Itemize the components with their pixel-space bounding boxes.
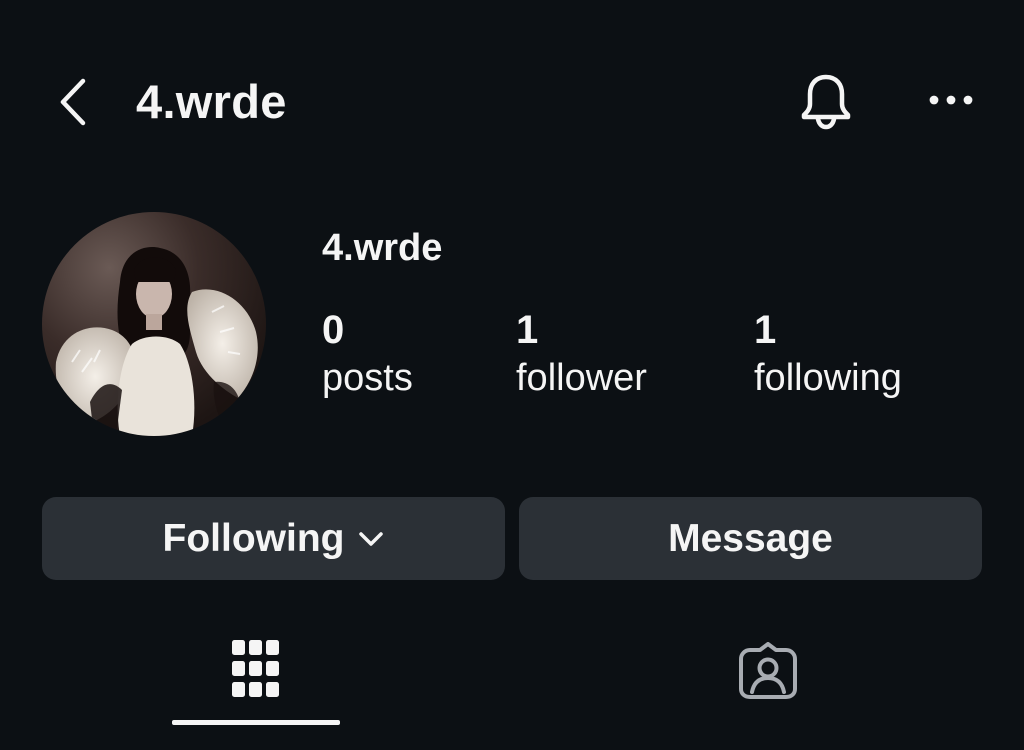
posts-count: 0 posts bbox=[322, 306, 413, 402]
following-value: 1 bbox=[754, 308, 777, 352]
chevron-left-icon bbox=[60, 78, 86, 126]
followers-label: follower bbox=[516, 357, 647, 399]
back-button[interactable] bbox=[48, 72, 98, 132]
avatar[interactable] bbox=[42, 212, 266, 436]
followers-count[interactable]: 1 follower bbox=[516, 306, 647, 402]
bell-icon bbox=[801, 74, 851, 130]
active-tab-indicator bbox=[172, 720, 340, 725]
more-options-button[interactable] bbox=[920, 78, 982, 122]
profile-name: 4.wrde bbox=[322, 227, 443, 269]
following-count[interactable]: 1 following bbox=[754, 306, 902, 402]
chevron-down-icon bbox=[358, 531, 384, 547]
following-button-label: Following bbox=[162, 516, 345, 560]
following-button[interactable]: Following bbox=[42, 497, 505, 580]
tab-posts-grid[interactable] bbox=[172, 628, 340, 726]
notifications-button[interactable] bbox=[792, 68, 860, 134]
grid-icon bbox=[232, 640, 279, 697]
posts-label: posts bbox=[322, 357, 413, 399]
message-button[interactable]: Message bbox=[519, 497, 982, 580]
message-button-label: Message bbox=[668, 516, 833, 560]
following-label: following bbox=[754, 357, 902, 399]
tab-tagged[interactable] bbox=[684, 628, 852, 726]
profile-photo bbox=[42, 212, 266, 436]
followers-value: 1 bbox=[516, 308, 539, 352]
more-horizontal-icon bbox=[929, 95, 973, 105]
page-title: 4.wrde bbox=[136, 75, 287, 128]
tagged-user-icon bbox=[739, 642, 797, 699]
posts-value: 0 bbox=[322, 308, 345, 352]
